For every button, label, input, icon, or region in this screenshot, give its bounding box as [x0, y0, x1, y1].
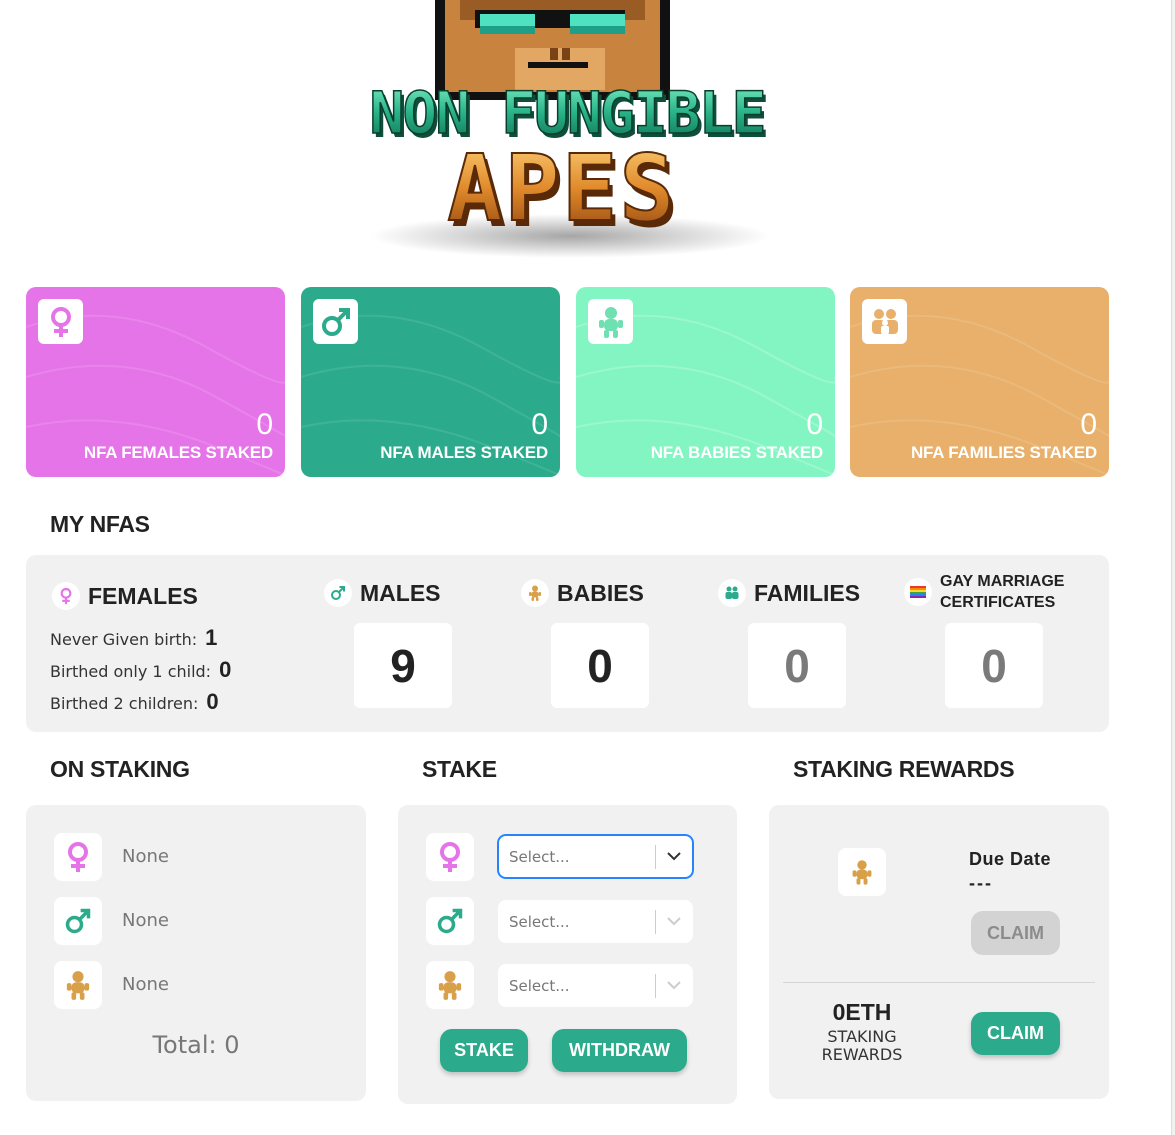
- stake-panel: Select... Select... Select... STAKE WITH…: [398, 805, 737, 1104]
- never-given-birth-row: Never Given birth: 1: [50, 625, 218, 650]
- baby-icon: [838, 848, 886, 896]
- chevron-down-icon[interactable]: [656, 852, 692, 861]
- male-select[interactable]: Select...: [498, 900, 693, 943]
- claim-eth-button[interactable]: CLAIM: [971, 1012, 1060, 1055]
- baby-icon: [521, 579, 549, 607]
- stat-count: 0: [531, 408, 548, 441]
- male-symbol-icon: [54, 897, 102, 945]
- gay-marriage-heading: GAY MARRIAGE CERTIFICATES: [904, 571, 1064, 613]
- males-heading: MALES: [324, 579, 441, 607]
- baby-icon: [54, 961, 102, 1009]
- birthed-one-row: Birthed only 1 child: 0: [50, 657, 232, 682]
- staked-male-value: None: [122, 910, 169, 931]
- stat-label: NFA FAMILIES STAKED: [910, 443, 1097, 462]
- females-heading: FEMALES: [52, 582, 198, 610]
- families-heading: FAMILIES: [718, 579, 860, 607]
- eth-rewards-value: 0ETH: [832, 999, 892, 1025]
- stat-card-families: 0 NFA FAMILIES STAKED: [850, 287, 1109, 477]
- baby-icon: [426, 961, 474, 1009]
- chevron-down-icon[interactable]: [656, 981, 692, 990]
- my-nfas-title: MY NFAS: [50, 511, 150, 537]
- birthed-two-row: Birthed 2 children: 0: [50, 689, 219, 714]
- male-symbol-icon: [313, 299, 358, 344]
- male-symbol-icon: [324, 579, 352, 607]
- stat-count: 0: [1080, 408, 1097, 441]
- stat-card-babies: 0 NFA BABIES STAKED: [576, 287, 835, 477]
- gay-marriage-count: 0: [945, 623, 1043, 708]
- on-staking-title: ON STAKING: [50, 756, 190, 782]
- babies-heading: BABIES: [521, 579, 644, 607]
- staking-total: Total: 0: [152, 1031, 240, 1059]
- stat-label: NFA MALES STAKED: [380, 443, 548, 462]
- stat-card-males: 0 NFA MALES STAKED: [301, 287, 560, 477]
- due-date-label: Due Date: [969, 849, 1052, 869]
- female-symbol-icon: [54, 833, 102, 881]
- female-symbol-icon: [38, 299, 83, 344]
- rainbow-flag-icon: [904, 578, 932, 606]
- family-icon: [718, 579, 746, 607]
- staking-rewards-title: STAKING REWARDS: [793, 756, 1015, 782]
- families-count: 0: [748, 623, 846, 708]
- male-symbol-icon: [426, 897, 474, 945]
- family-icon: [862, 299, 907, 344]
- female-symbol-icon: [52, 582, 80, 610]
- on-staking-panel: None None None Total: 0: [26, 805, 366, 1101]
- staked-baby-value: None: [122, 974, 169, 995]
- stake-title: STAKE: [422, 756, 497, 782]
- due-date-value: ---: [969, 873, 993, 893]
- female-select[interactable]: Select...: [498, 835, 693, 878]
- baby-icon: [588, 299, 633, 344]
- stake-button[interactable]: STAKE: [440, 1029, 528, 1072]
- baby-select[interactable]: Select...: [498, 964, 693, 1007]
- staked-female-value: None: [122, 846, 169, 867]
- stat-count: 0: [806, 408, 823, 441]
- claim-baby-button[interactable]: CLAIM: [971, 911, 1060, 955]
- rewards-divider: [783, 982, 1095, 983]
- nfa-logo: NON FUNGIBLE NON FUNGIBLE APES APES: [300, 0, 840, 262]
- eth-rewards-label: STAKING REWARDS: [821, 1027, 903, 1064]
- staking-rewards-panel: Due Date --- CLAIM 0ETH STAKING REWARDS C…: [769, 805, 1109, 1099]
- chevron-down-icon[interactable]: [656, 917, 692, 926]
- my-nfas-panel: FEMALES Never Given birth: 1 Birthed only…: [26, 555, 1109, 732]
- page-scrollbar[interactable]: [1171, 0, 1175, 1135]
- withdraw-button[interactable]: WITHDRAW: [552, 1029, 687, 1072]
- stat-card-females: 0 NFA FEMALES STAKED: [26, 287, 285, 477]
- female-symbol-icon: [426, 833, 474, 881]
- males-count: 9: [354, 623, 452, 708]
- stat-count: 0: [256, 408, 273, 441]
- stat-label: NFA BABIES STAKED: [650, 443, 823, 462]
- babies-count: 0: [551, 623, 649, 708]
- svg-text:APES: APES: [447, 135, 677, 242]
- stat-label: NFA FEMALES STAKED: [83, 443, 273, 462]
